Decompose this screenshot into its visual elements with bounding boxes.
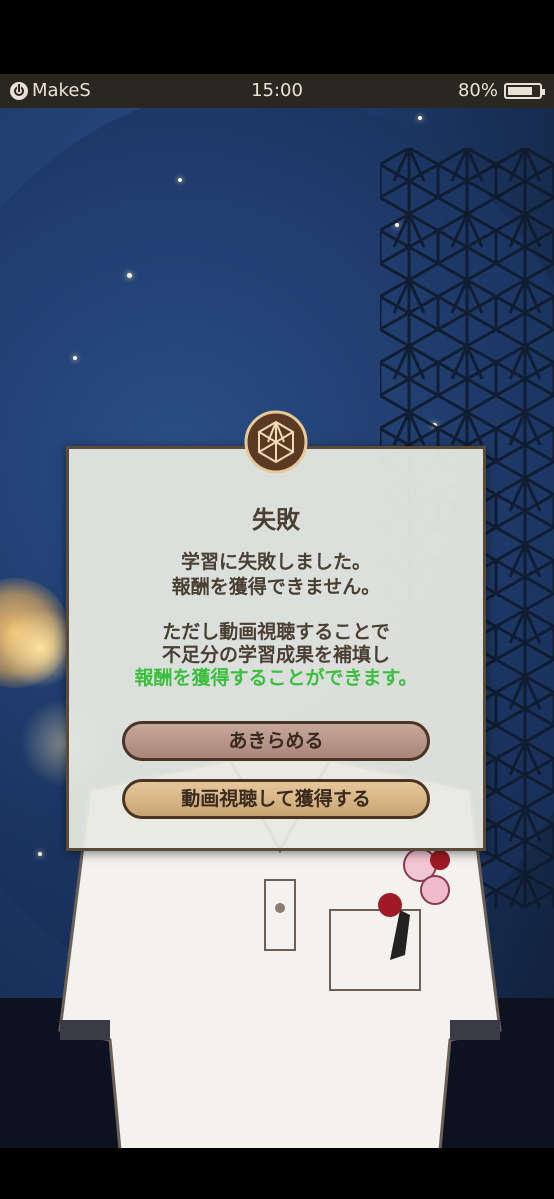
give-up-button[interactable]: あきらめる: [122, 721, 430, 761]
battery-icon: [504, 82, 545, 99]
info-line-1: ただし動画視聴することで: [162, 621, 390, 643]
star: [178, 178, 182, 182]
game-screen: MakeS 15:00 80% 失敗 学習に失敗しました。 報酬を獲得できません…: [0, 0, 554, 1199]
battery-percent: 80%: [457, 80, 498, 101]
bottom-black-area: [0, 1148, 554, 1199]
star: [418, 116, 422, 120]
info-line-3-highlight: 報酬を獲得することができます。: [134, 667, 418, 689]
message-line-1: 学習に失敗しました。: [180, 551, 371, 573]
asanoha-emblem-icon: [244, 410, 308, 474]
star: [73, 356, 77, 360]
message-line-2: 報酬を獲得できません。: [171, 576, 381, 598]
dialog-title: 失敗: [252, 506, 300, 534]
star: [127, 273, 132, 278]
info-line-2: 不足分の学習成果を補填し: [161, 644, 390, 666]
status-bar: MakeS 15:00 80%: [0, 74, 554, 108]
top-black-area: [0, 0, 554, 74]
battery-status: 80%: [457, 80, 545, 101]
watch-video-button[interactable]: 動画視聴して獲得する: [122, 779, 430, 819]
